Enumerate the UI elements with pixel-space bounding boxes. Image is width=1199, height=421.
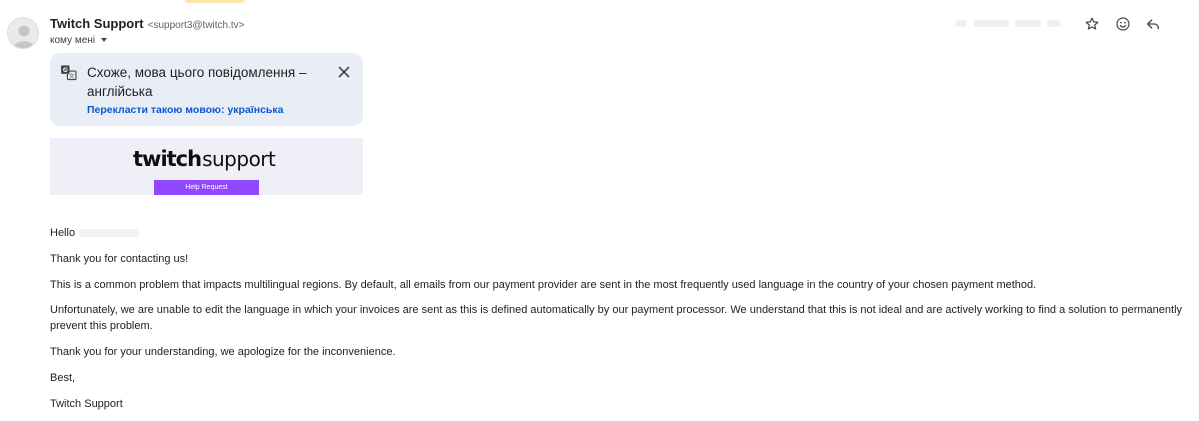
date-redacted [955,16,1070,30]
close-icon [338,66,350,78]
closing-thanks: Thank you for your understanding, we apo… [50,346,396,358]
paragraph-2: Unfortunately, we are unable to edit the… [50,304,1183,332]
sender-name[interactable]: Twitch Support [50,16,144,31]
twitch-support-logo: twitch support [133,147,276,171]
recipient-name-redacted [79,229,140,238]
svg-text:文: 文 [69,72,75,80]
emoji-icon [1116,17,1130,31]
translate-link[interactable]: Перекласти такою мовою: українська [87,104,283,116]
signoff: Best, [50,372,76,384]
sender-email: <support3@twitch.tv> [147,20,245,31]
logo-twitch-word: twitch [133,147,202,171]
top-highlight-strip [185,0,245,3]
sender-avatar[interactable] [7,17,39,49]
logo-support-word: support [202,147,276,171]
paragraph-1: This is a common problem that impacts mu… [50,279,1037,291]
recipients-label: кому мені [50,34,95,46]
emoji-react-button[interactable] [1111,12,1135,36]
reply-icon [1147,19,1159,30]
person-icon [8,18,38,48]
signature: Twitch Support [50,398,123,410]
thanks-line: Thank you for contacting us! [50,253,189,265]
greeting: Hello [50,227,76,239]
greeting-line: Hello [50,225,1185,241]
star-icon [1085,17,1099,30]
translate-icon: G 文 [60,64,77,81]
translate-banner: G 文 Схоже, мова цього повідомлення – анг… [50,53,363,126]
translate-message: Схоже, мова цього повідомлення – англійс… [87,65,307,99]
recipients-toggle[interactable]: кому мені [50,33,107,47]
help-request-badge[interactable]: Help Request [154,180,259,195]
chevron-down-icon [101,38,107,42]
twitch-support-banner: twitch support Help Request [50,138,363,195]
sender-line: Twitch Support <support3@twitch.tv> [50,16,245,34]
star-button[interactable] [1080,12,1104,36]
reply-button[interactable] [1141,12,1165,36]
close-translate-button[interactable] [335,63,353,81]
email-view: Twitch Support <support3@twitch.tv> кому… [0,0,1199,421]
